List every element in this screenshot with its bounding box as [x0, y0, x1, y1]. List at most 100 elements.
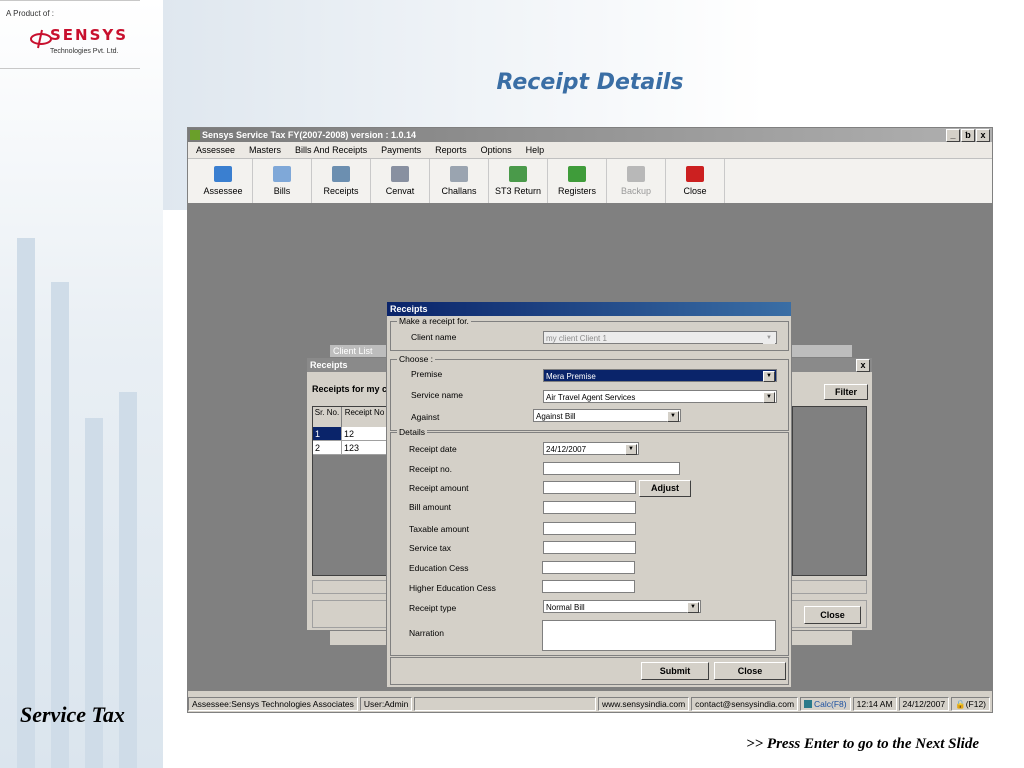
make-receipt-group: Make a receipt for. Client name my clien… [390, 316, 789, 351]
toolbar-label: Cenvat [385, 186, 415, 196]
footer-title: Service Tax [20, 702, 125, 727]
chevron-down-icon[interactable]: ▼ [763, 392, 775, 403]
client-name-value: my client Client 1 [546, 334, 607, 343]
cenvat-icon [391, 166, 409, 182]
menu-bar: Assessee Masters Bills And Receipts Paym… [188, 142, 992, 159]
status-email[interactable]: contact@sensysindia.com [691, 696, 799, 711]
toolbar-label: Assessee [203, 186, 243, 196]
make-receipt-legend: Make a receipt for. [397, 316, 471, 326]
filter-button[interactable]: Filter [824, 384, 868, 400]
premise-select[interactable]: Mera Premise ▼ [543, 369, 777, 382]
receipt-no-input[interactable] [543, 462, 680, 475]
close-button[interactable]: Close [714, 662, 786, 680]
receipt-date-picker[interactable]: 24/12/2007 ▼ [543, 442, 639, 455]
col-sr-no[interactable]: Sr. No. [313, 407, 342, 427]
toolbar-label: ST3 Return [494, 186, 542, 196]
toolbar-backup-button: Backup [607, 159, 666, 203]
narration-textarea[interactable] [542, 620, 776, 651]
service-tax-input[interactable] [543, 541, 636, 554]
chevron-down-icon[interactable]: ▼ [763, 371, 775, 382]
lock-label: (F12) [965, 698, 986, 709]
toolbar-label: Close [683, 186, 707, 196]
higher-education-cess-input[interactable] [542, 580, 635, 593]
receipt-type-select[interactable]: Normal Bill ▼ [543, 600, 701, 613]
cell-sr: 1 [313, 427, 342, 441]
next-slide-hint: >> Press Enter to go to the Next Slide [746, 736, 979, 752]
receipt-date-label: Receipt date [409, 444, 457, 454]
menu-payments[interactable]: Payments [381, 145, 421, 155]
calculator-button[interactable]: Calc(F8) [800, 696, 851, 711]
narration-label: Narration [409, 628, 444, 638]
toolbar-close-button[interactable]: Close [666, 159, 725, 203]
choose-legend: Choose : [397, 354, 436, 364]
client-name-label: Client name [411, 332, 457, 342]
col-receipt-no[interactable]: Receipt No [342, 407, 388, 427]
calendar-dropdown-icon[interactable]: ▼ [625, 444, 637, 455]
bill-amount-input[interactable] [543, 501, 636, 514]
toolbar-label: Challans [441, 186, 477, 196]
assessee-icon [214, 166, 232, 182]
toolbar-registers-button[interactable]: Registers [548, 159, 607, 203]
menu-help[interactable]: Help [526, 145, 545, 155]
service-name-select[interactable]: Air Travel Agent Services ▼ [543, 390, 777, 403]
bills-icon [273, 166, 291, 182]
chevron-down-icon[interactable]: ▼ [667, 411, 679, 422]
table-row[interactable]: 1 12 [313, 427, 388, 441]
minimize-button[interactable]: _ [946, 129, 960, 142]
status-bar: Assessee:Sensys Technologies Associates … [188, 695, 992, 712]
toolbar-st3-return-button[interactable]: ST3 Return [489, 159, 548, 203]
cell-receipt: 123 [342, 441, 388, 455]
close-window-button[interactable]: x [976, 129, 990, 142]
receipts-list-close-icon[interactable]: x [856, 359, 870, 372]
higher-education-cess-label: Higher Education Cess [409, 583, 496, 593]
toolbar-label: Receipts [323, 186, 359, 196]
receipt-amount-input[interactable] [543, 481, 636, 494]
receipts-detail-grid [792, 406, 867, 576]
table-row[interactable]: 2 123 [313, 441, 388, 455]
challans-icon [450, 166, 468, 182]
maximize-button[interactable]: ƅ [961, 129, 975, 142]
toolbar-bills-button[interactable]: Bills [253, 159, 312, 203]
logo-brand: SENSYS [50, 26, 129, 44]
workspace: Client List Receipts x Receipts for my c… [188, 203, 992, 691]
st3-return-icon [509, 166, 527, 182]
toolbar-receipts-button[interactable]: Receipts [312, 159, 371, 203]
status-website[interactable]: www.sensysindia.com [598, 696, 690, 711]
receipts-grid-header: Sr. No. Receipt No [313, 407, 388, 427]
cell-receipt: 12 [342, 427, 388, 441]
menu-masters[interactable]: Masters [249, 145, 281, 155]
receipts-list-close-button[interactable]: Close [804, 606, 861, 624]
lock-button[interactable]: 🔒(F12) [951, 696, 990, 711]
taxable-amount-input[interactable] [543, 522, 636, 535]
service-name-label: Service name [411, 390, 463, 400]
toolbar-cenvat-button[interactable]: Cenvat [371, 159, 430, 203]
receipt-date-value: 24/12/2007 [546, 445, 587, 454]
toolbar-challans-button[interactable]: Challans [430, 159, 489, 203]
menu-assessee[interactable]: Assessee [196, 145, 235, 155]
status-blank [414, 696, 597, 711]
menu-reports[interactable]: Reports [435, 145, 467, 155]
receipt-type-label: Receipt type [409, 603, 457, 613]
chevron-down-icon[interactable]: ▼ [687, 602, 699, 613]
receipt-dialog-title: Receipts [387, 302, 791, 316]
cell-sr: 2 [313, 441, 342, 455]
toolbar-label: Registers [557, 186, 596, 196]
slide-title: Receipt Details [496, 70, 684, 95]
app-title: Sensys Service Tax FY(2007-2008) version… [202, 130, 416, 140]
toolbar-assessee-button[interactable]: Assessee [194, 159, 253, 203]
submit-button[interactable]: Submit [641, 662, 709, 680]
receipts-grid[interactable]: Sr. No. Receipt No 1 12 2 123 [312, 406, 389, 576]
close-power-icon [686, 166, 704, 182]
taxable-amount-label: Taxable amount [409, 524, 470, 534]
sensys-logo-icon [30, 29, 52, 49]
logo-tagline: A Product of : [6, 9, 55, 18]
menu-options[interactable]: Options [481, 145, 512, 155]
chevron-down-icon: ▼ [763, 333, 775, 344]
against-select[interactable]: Against Bill ▼ [533, 409, 681, 422]
service-tax-label: Service tax [409, 543, 452, 553]
receipts-list-heading: Receipts for my c [312, 384, 388, 394]
menu-bills-and-receipts[interactable]: Bills And Receipts [295, 145, 367, 155]
client-name-select[interactable]: my client Client 1 ▼ [543, 331, 777, 344]
education-cess-input[interactable] [542, 561, 635, 574]
adjust-button[interactable]: Adjust [639, 480, 691, 497]
